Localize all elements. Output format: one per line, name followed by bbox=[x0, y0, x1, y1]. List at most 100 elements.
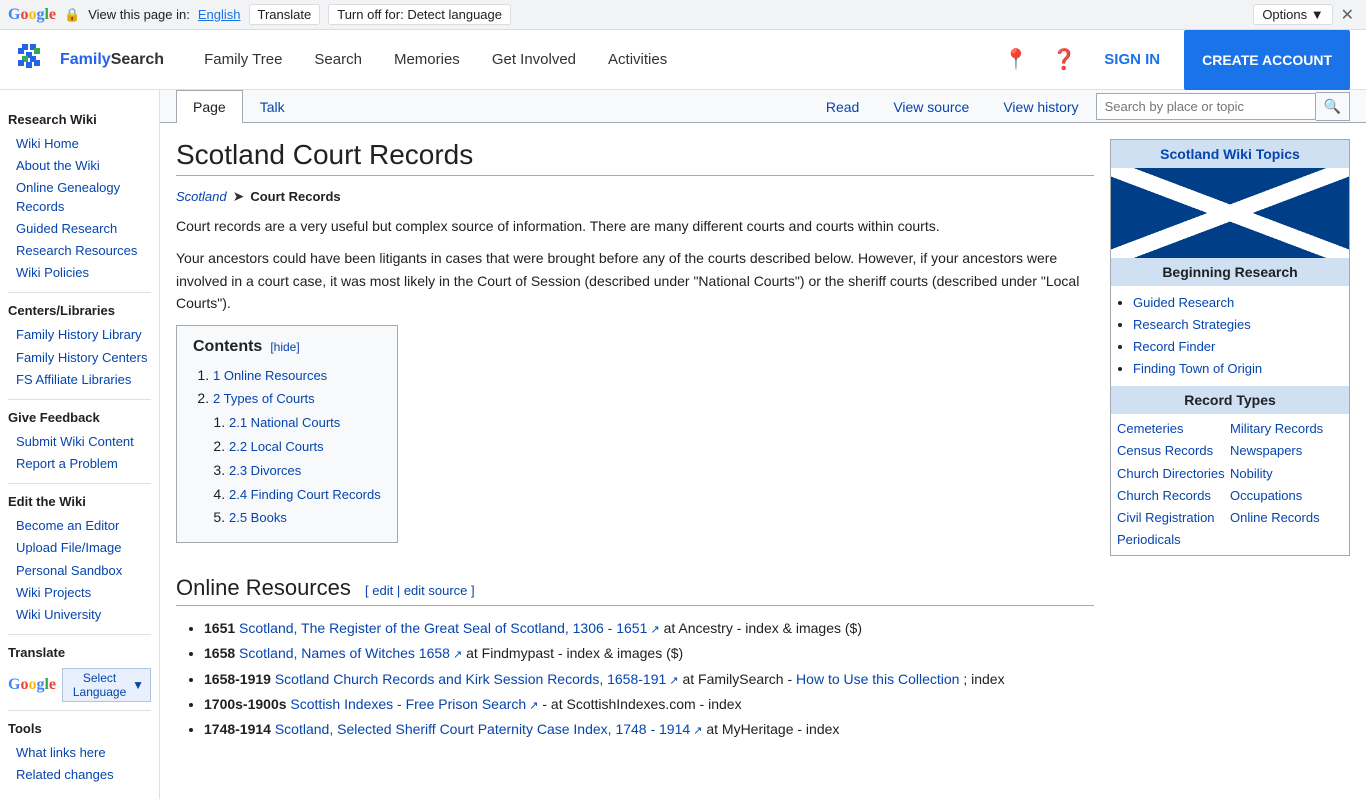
sign-in-button[interactable]: SIGN IN bbox=[1096, 51, 1168, 68]
sidebar-item-fs-affiliate[interactable]: FS Affiliate Libraries bbox=[8, 369, 151, 391]
logo[interactable]: FamilySearch bbox=[16, 42, 164, 78]
toc-link-online-resources[interactable]: 1 Online Resources bbox=[213, 368, 327, 383]
resource-suffix-1651: at Ancestry - index & images ($) bbox=[664, 620, 862, 636]
sidebar-divider-4 bbox=[8, 634, 151, 635]
edit-link[interactable]: edit bbox=[372, 583, 393, 598]
breadcrumb-scotland[interactable]: Scotland bbox=[176, 189, 227, 204]
link-online-records[interactable]: Online Records bbox=[1230, 507, 1343, 529]
turnoff-button[interactable]: Turn off for: Detect language bbox=[328, 4, 511, 25]
translate-bar: Google 🔒 View this page in: English Tran… bbox=[0, 0, 1366, 30]
sidebar-divider-3 bbox=[8, 483, 151, 484]
help-icon-button[interactable]: ❓ bbox=[1048, 44, 1080, 76]
sidebar-item-upload-file[interactable]: Upload File/Image bbox=[8, 537, 151, 559]
edit-links: [ edit | edit source ] bbox=[365, 583, 475, 598]
resource-link-1748[interactable]: Scotland, Selected Sheriff Court Paterni… bbox=[275, 721, 703, 737]
list-item: 1748-1914 Scotland, Selected Sheriff Cou… bbox=[204, 717, 1094, 742]
beginning-research-title: Beginning Research bbox=[1111, 258, 1349, 286]
sidebar-item-personal-sandbox[interactable]: Personal Sandbox bbox=[8, 560, 151, 582]
sidebar-item-about-wiki[interactable]: About the Wiki bbox=[8, 155, 151, 177]
wiki-search-button[interactable]: 🔍 bbox=[1316, 92, 1350, 121]
sidebar-item-research-resources[interactable]: Research Resources bbox=[8, 240, 151, 262]
toc-link-divorces[interactable]: 2.3 Divorces bbox=[229, 463, 301, 478]
link-newspapers[interactable]: Newspapers bbox=[1230, 440, 1343, 462]
tab-read[interactable]: Read bbox=[809, 90, 876, 123]
link-military-records[interactable]: Military Records bbox=[1230, 418, 1343, 440]
sidebar-section-tools: Tools bbox=[8, 721, 151, 736]
sidebar-item-become-editor[interactable]: Become an Editor bbox=[8, 515, 151, 537]
resource-suffix-1658: at Findmypast - index & images ($) bbox=[466, 645, 683, 661]
nav-activities[interactable]: Activities bbox=[592, 30, 683, 90]
toc-item-2: 2 Types of Courts 2.1 National Courts 2.… bbox=[213, 387, 381, 530]
resource-link-1658-1919[interactable]: Scotland Church Records and Kirk Session… bbox=[275, 671, 679, 687]
sidebar-item-submit-wiki[interactable]: Submit Wiki Content bbox=[8, 431, 151, 453]
sidebar-item-online-genealogy[interactable]: Online Genealogy Records bbox=[8, 177, 151, 217]
toc-link-national-courts[interactable]: 2.1 National Courts bbox=[229, 415, 340, 430]
tab-talk[interactable]: Talk bbox=[243, 90, 302, 123]
language-link[interactable]: English bbox=[198, 7, 241, 22]
toc-link-books[interactable]: 2.5 Books bbox=[229, 510, 287, 525]
sidebar-item-what-links[interactable]: What links here bbox=[8, 742, 151, 764]
location-icon-button[interactable]: 📍 bbox=[1000, 44, 1032, 76]
wiki-search-input[interactable] bbox=[1096, 93, 1316, 120]
nav-search[interactable]: Search bbox=[298, 30, 378, 90]
list-item: 1700s-1900s Scottish Indexes - Free Pris… bbox=[204, 692, 1094, 717]
how-to-use-link[interactable]: How to Use this Collection bbox=[796, 671, 959, 687]
tab-view-history[interactable]: View history bbox=[986, 90, 1095, 123]
sidebar-item-report-problem[interactable]: Report a Problem bbox=[8, 453, 151, 475]
create-account-button[interactable]: CREATE ACCOUNT bbox=[1184, 30, 1350, 90]
wiki-topics-box: Scotland Wiki Topics Beginning Research … bbox=[1110, 139, 1350, 556]
link-occupations[interactable]: Occupations bbox=[1230, 485, 1343, 507]
close-translate-button[interactable]: ✕ bbox=[1337, 5, 1358, 25]
toc-link-finding-court-records[interactable]: 2.4 Finding Court Records bbox=[229, 487, 381, 502]
sidebar-item-family-history-library[interactable]: Family History Library bbox=[8, 324, 151, 346]
sidebar-section-feedback: Give Feedback bbox=[8, 410, 151, 425]
breadcrumb-arrow: ➤ bbox=[233, 188, 245, 205]
toc-sub-item-2-3: 2.3 Divorces bbox=[229, 459, 381, 483]
sidebar-item-guided-research[interactable]: Guided Research bbox=[8, 218, 151, 240]
tab-page[interactable]: Page bbox=[176, 90, 243, 123]
resource-link-1658[interactable]: Scotland, Names of Witches 1658 bbox=[239, 645, 462, 661]
link-record-finder[interactable]: Record Finder bbox=[1133, 339, 1215, 354]
google-logo: Google bbox=[8, 6, 56, 24]
sidebar-item-wiki-policies[interactable]: Wiki Policies bbox=[8, 262, 151, 284]
link-census-records[interactable]: Census Records bbox=[1117, 440, 1230, 462]
link-nobility[interactable]: Nobility bbox=[1230, 463, 1343, 485]
resource-link-1651[interactable]: Scotland, The Register of the Great Seal… bbox=[239, 620, 660, 636]
toc-link-types-of-courts[interactable]: 2 Types of Courts bbox=[213, 391, 315, 406]
sidebar-item-wiki-home[interactable]: Wiki Home bbox=[8, 133, 151, 155]
nav-get-involved[interactable]: Get Involved bbox=[476, 30, 592, 90]
top-right-controls: 📍 ❓ SIGN IN CREATE ACCOUNT bbox=[1000, 30, 1350, 90]
toc-item-1: 1 Online Resources bbox=[213, 364, 381, 388]
toc-sub-item-2-4: 2.4 Finding Court Records bbox=[229, 483, 381, 507]
select-language-button[interactable]: Select Language ▼ bbox=[62, 668, 151, 702]
link-church-records[interactable]: Church Records bbox=[1117, 485, 1230, 507]
resource-year-1658: 1658 bbox=[204, 645, 235, 661]
nav-memories[interactable]: Memories bbox=[378, 30, 476, 90]
link-guided-research[interactable]: Guided Research bbox=[1133, 295, 1234, 310]
list-item: 1658 Scotland, Names of Witches 1658 at … bbox=[204, 641, 1094, 666]
resource-link-1700s[interactable]: Scottish Indexes - Free Prison Search bbox=[290, 696, 538, 712]
toc-sub-item-2-5: 2.5 Books bbox=[229, 506, 381, 530]
link-finding-town[interactable]: Finding Town of Origin bbox=[1133, 361, 1262, 376]
toc-link-local-courts[interactable]: 2.2 Local Courts bbox=[229, 439, 324, 454]
sidebar-item-family-history-centers[interactable]: Family History Centers bbox=[8, 347, 151, 369]
translate-view-text: View this page in: bbox=[88, 7, 190, 22]
translate-button[interactable]: Translate bbox=[249, 4, 321, 25]
nav-family-tree[interactable]: Family Tree bbox=[188, 30, 298, 90]
table-of-contents: Contents [hide] 1 Online Resources 2 Typ… bbox=[176, 325, 398, 544]
resource-list: 1651 Scotland, The Register of the Great… bbox=[176, 616, 1094, 742]
link-periodicals[interactable]: Periodicals bbox=[1117, 529, 1230, 551]
article-title: Scotland Court Records bbox=[176, 139, 1094, 176]
tab-view-source[interactable]: View source bbox=[876, 90, 986, 123]
link-church-directories[interactable]: Church Directories bbox=[1117, 463, 1230, 485]
link-cemeteries[interactable]: Cemeteries bbox=[1117, 418, 1230, 440]
link-research-strategies[interactable]: Research Strategies bbox=[1133, 317, 1251, 332]
sidebar-item-wiki-university[interactable]: Wiki University bbox=[8, 604, 151, 626]
google-logo-sidebar: Google bbox=[8, 676, 56, 694]
options-button[interactable]: Options ▼ bbox=[1253, 4, 1332, 25]
article: Scotland Court Records Scotland ➤ Court … bbox=[160, 123, 1366, 758]
sidebar-item-wiki-projects[interactable]: Wiki Projects bbox=[8, 582, 151, 604]
edit-source-link[interactable]: edit source bbox=[404, 583, 468, 598]
link-civil-registration[interactable]: Civil Registration bbox=[1117, 507, 1230, 529]
toc-hide-link[interactable]: [hide] bbox=[270, 340, 299, 354]
